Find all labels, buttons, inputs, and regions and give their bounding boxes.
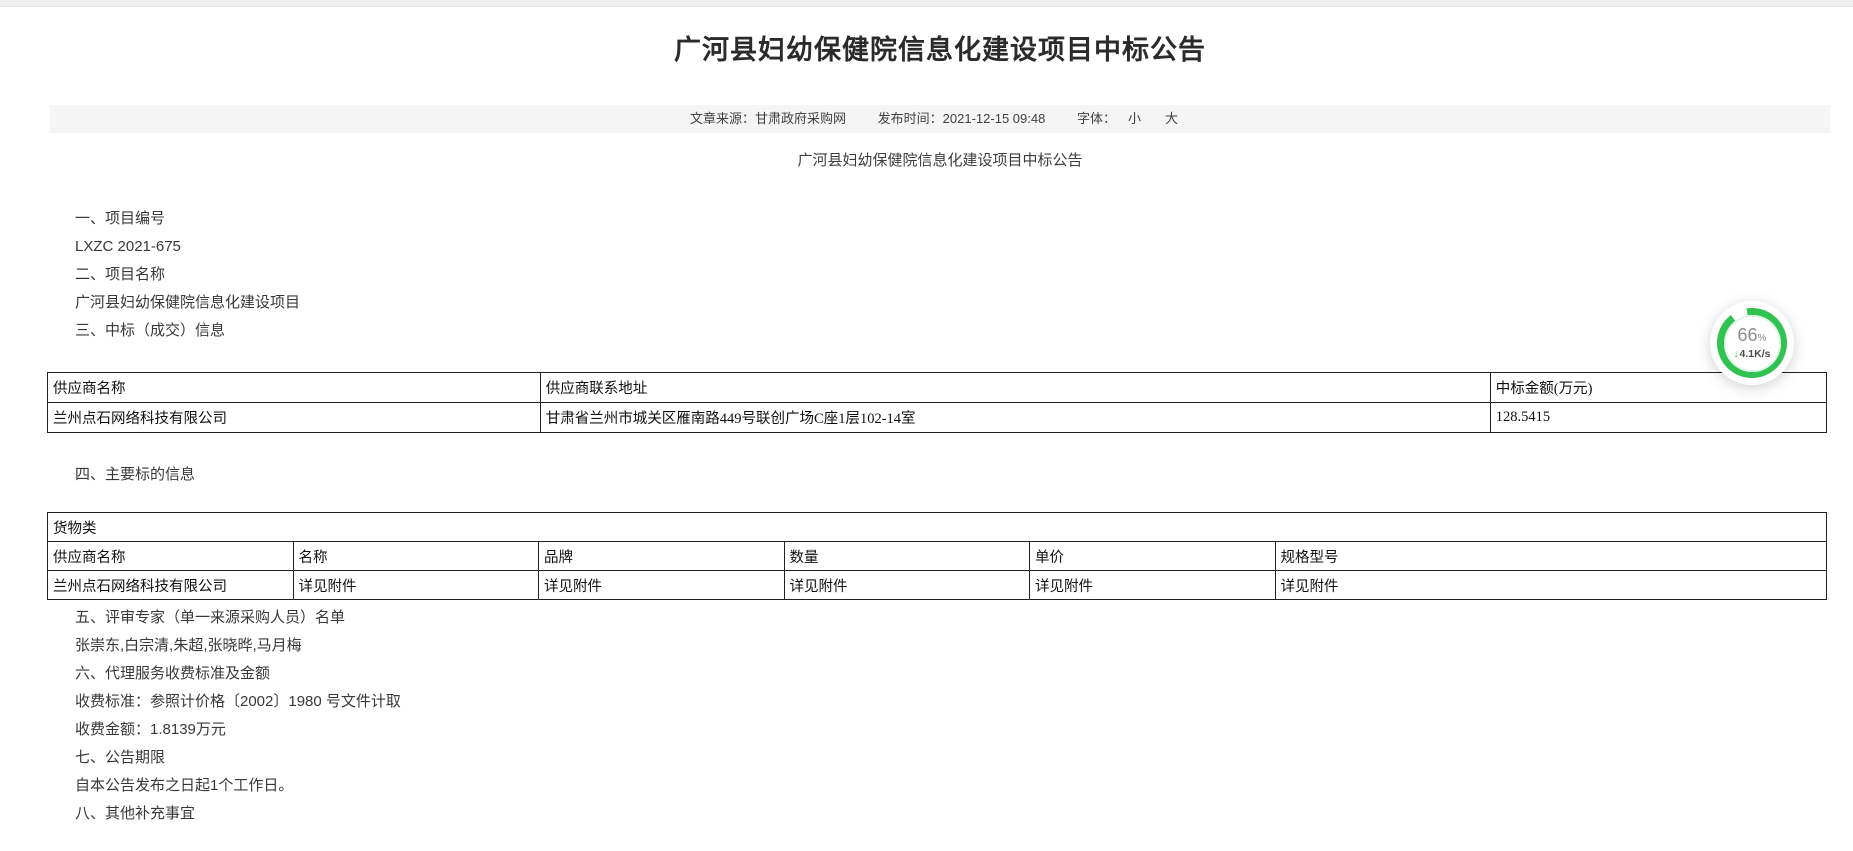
award-info-table: 供应商名称 供应商联系地址 中标金额(万元) 兰州点石网络科技有限公司 甘肃省兰… (47, 372, 1827, 433)
table-row: 兰州点石网络科技有限公司 甘肃省兰州市城关区雁南路449号联创广场C座1层102… (48, 403, 1827, 433)
header-unit-price: 单价 (1030, 542, 1276, 571)
fee-standard: 收费标准：参照计价格〔2002〕1980 号文件计取 (75, 688, 1830, 716)
progress-ring-inner: 66% ↓4.1K/s (1724, 315, 1781, 372)
project-name: 广河县妇幼保健院信息化建设项目 (75, 289, 1830, 317)
section-1-heading: 一、项目编号 (75, 205, 1830, 233)
cell-category: 货物类 (48, 513, 1827, 542)
section-5-heading: 五、评审专家（单一来源采购人员）名单 (75, 604, 1830, 632)
article-subtitle: 广河县妇幼保健院信息化建设项目中标公告 (50, 147, 1830, 175)
section-3-heading: 三、中标（成交）信息 (75, 317, 1830, 345)
table-header-row: 供应商名称 名称 品牌 数量 单价 规格型号 (48, 542, 1827, 571)
page-title: 广河县妇幼保健院信息化建设项目中标公告 (50, 33, 1830, 67)
header-quantity: 数量 (784, 542, 1030, 571)
header-spec-model: 规格型号 (1275, 542, 1827, 571)
publish-time: 发布时间：2021-12-15 09:48 (878, 105, 1046, 133)
speed-value: 4.1K/s (1740, 348, 1771, 360)
header-supplier-address: 供应商联系地址 (540, 373, 1490, 403)
header-supplier-name: 供应商名称 (48, 542, 294, 571)
publish-value: 2021-12-15 09:48 (943, 105, 1046, 133)
cell-supplier-name: 兰州点石网络科技有限公司 (48, 403, 541, 433)
cell-award-amount: 128.5415 (1490, 403, 1826, 433)
cell-unit-price: 详见附件 (1030, 571, 1276, 600)
font-label: 字体： (1077, 105, 1116, 133)
header-item-name: 名称 (293, 542, 539, 571)
source-value: 甘肃政府采购网 (755, 105, 846, 133)
download-arrow-icon: ↓ (1734, 349, 1739, 360)
category-row: 货物类 (48, 513, 1827, 542)
cell-item-name: 详见附件 (293, 571, 539, 600)
font-larger-button[interactable]: 大 (1165, 105, 1178, 133)
section-7-heading: 七、公告期限 (75, 744, 1830, 772)
font-smaller-button[interactable]: 小 (1128, 105, 1141, 133)
project-number: LXZC 2021-675 (75, 233, 1830, 261)
cell-brand: 详见附件 (539, 571, 785, 600)
article-body-2: 四、主要标的信息 (50, 461, 1830, 489)
section-2-heading: 二、项目名称 (75, 261, 1830, 289)
article-meta-bar: 文章来源：甘肃政府采购网 发布时间：2021-12-15 09:48 字体： 小大 (50, 105, 1830, 133)
download-speed: ↓4.1K/s (1734, 348, 1771, 361)
subject-info-table: 货物类 供应商名称 名称 品牌 数量 单价 规格型号 兰州点石网络科技有限公司 … (47, 512, 1827, 600)
article-body: 一、项目编号 LXZC 2021-675 二、项目名称 广河县妇幼保健院信息化建… (50, 205, 1830, 345)
announcement-period: 自本公告发布之日起1个工作日。 (75, 772, 1830, 800)
section-4-heading: 四、主要标的信息 (75, 461, 1830, 489)
header-brand: 品牌 (539, 542, 785, 571)
announcement-page: 广河县妇幼保健院信息化建设项目中标公告 文章来源：甘肃政府采购网 发布时间：20… (50, 33, 1830, 828)
download-progress-badge[interactable]: 66% ↓4.1K/s (1710, 301, 1794, 385)
progress-ring-icon: 66% ↓4.1K/s (1717, 308, 1787, 378)
progress-percent: 66% (1738, 326, 1767, 348)
cell-supplier-name: 兰州点石网络科技有限公司 (48, 571, 294, 600)
table-row: 兰州点石网络科技有限公司 详见附件 详见附件 详见附件 详见附件 详见附件 (48, 571, 1827, 600)
top-strip (0, 0, 1853, 7)
source-label: 文章来源： (690, 105, 755, 133)
table-header-row: 供应商名称 供应商联系地址 中标金额(万元) (48, 373, 1827, 403)
fee-amount: 收费金额：1.8139万元 (75, 716, 1830, 744)
section-8-heading: 八、其他补充事宜 (75, 800, 1830, 828)
article-source: 文章来源：甘肃政府采购网 (690, 105, 846, 133)
cell-quantity: 详见附件 (784, 571, 1030, 600)
cell-supplier-address: 甘肃省兰州市城关区雁南路449号联创广场C座1层102-14室 (540, 403, 1490, 433)
font-size-control: 字体： 小大 (1077, 105, 1190, 133)
percent-value: 66 (1738, 325, 1758, 345)
percent-sign: % (1758, 333, 1767, 344)
section-6-heading: 六、代理服务收费标准及金额 (75, 660, 1830, 688)
publish-label: 发布时间： (878, 105, 943, 133)
article-body-3: 五、评审专家（单一来源采购人员）名单 张崇东,白宗清,朱超,张晓晔,马月梅 六、… (50, 604, 1830, 828)
cell-spec-model: 详见附件 (1275, 571, 1827, 600)
header-supplier-name: 供应商名称 (48, 373, 541, 403)
expert-names: 张崇东,白宗清,朱超,张晓晔,马月梅 (75, 632, 1830, 660)
